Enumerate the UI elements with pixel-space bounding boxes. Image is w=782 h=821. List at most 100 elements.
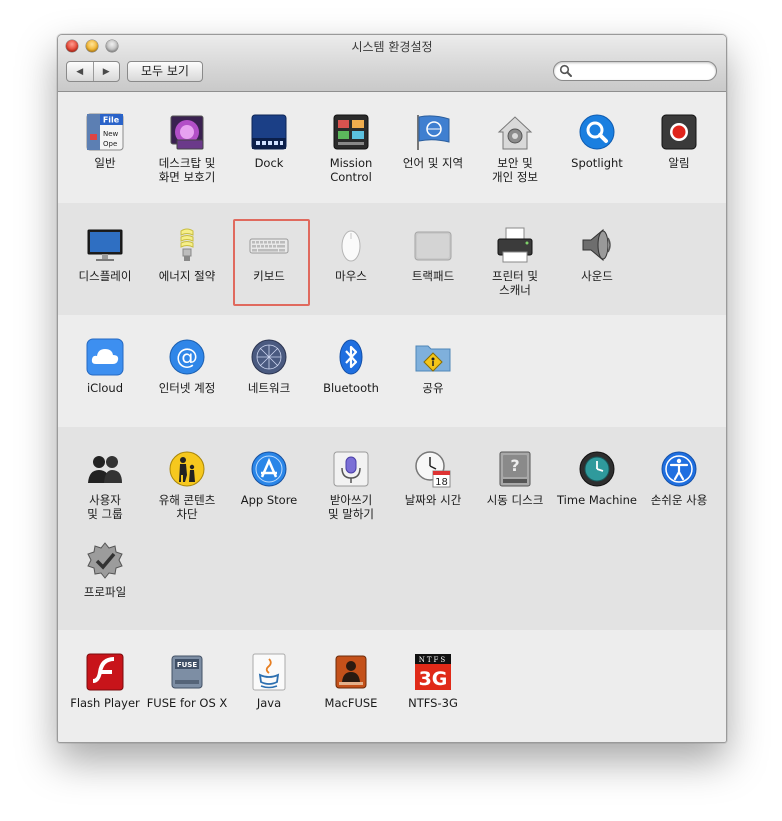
accessibility-icon [661, 451, 697, 487]
pref-startup-disk[interactable]: ? 시동 디스크 [474, 449, 556, 507]
pref-dictation-speech-label: 받아쓰기 및 말하기 [328, 493, 374, 521]
mouse-icon [341, 230, 361, 262]
calendar-day-number: 18 [435, 477, 448, 488]
pref-energy-saver-label: 에너지 절약 [158, 269, 216, 283]
app-store-icon [251, 451, 287, 487]
macfuse-icon [335, 655, 367, 689]
flash-player-icon [86, 653, 124, 691]
system-preferences-window: 시스템 환경설정 ◀ ▶ 모두 보기 File New Ope 일반 데스크탑 … [57, 34, 727, 743]
pref-general[interactable]: File New Ope 일반 [64, 112, 146, 170]
speaker-icon [582, 228, 611, 262]
fuse-badge-text: FUSE [177, 661, 198, 669]
search-field[interactable] [553, 61, 717, 81]
pref-accessibility[interactable]: 손쉬운 사용 [638, 449, 720, 507]
pref-dock[interactable]: Dock [228, 112, 310, 170]
pref-network[interactable]: 네트워크 [228, 337, 310, 395]
pref-energy-saver[interactable]: 에너지 절약 [146, 225, 228, 283]
pref-notifications-label: 알림 [668, 156, 690, 170]
section-hardware: 디스플레이 에너지 절약 키보드 마우스 트랙패드 프린터 및 스캐너 사운드 [58, 203, 726, 316]
pref-icloud-label: iCloud [86, 381, 124, 395]
search-input[interactable] [574, 63, 708, 78]
pref-app-store[interactable]: App Store [228, 449, 310, 507]
pref-time-machine[interactable]: Time Machine [556, 449, 638, 507]
pref-users-groups[interactable]: 사용자 및 그룹 [64, 449, 146, 521]
pref-dictation-speech[interactable]: 받아쓰기 및 말하기 [310, 449, 392, 521]
window-title: 시스템 환경설정 [351, 40, 433, 54]
startup-disk-icon: ? [499, 451, 531, 487]
pref-printers-scanners[interactable]: 프린터 및 스캐너 [474, 225, 556, 297]
pref-trackpad[interactable]: 트랙패드 [392, 225, 474, 283]
pref-mouse-label: 마우스 [335, 269, 367, 283]
pref-app-store-label: App Store [240, 493, 298, 507]
pref-ntfs-3g[interactable]: NTFS 3G NTFS-3G [392, 652, 474, 710]
light-bulb-icon [180, 228, 194, 261]
desktop-screensaver-icon [170, 115, 204, 150]
mission-control-icon [333, 114, 369, 150]
microphone-icon [333, 451, 369, 487]
show-all-button[interactable]: 모두 보기 [127, 61, 203, 82]
pref-mission-control[interactable]: Mission Control [310, 112, 392, 184]
pref-general-label: 일반 [94, 156, 116, 170]
bluetooth-icon [339, 339, 363, 375]
pref-language-region[interactable]: 언어 및 지역 [392, 112, 474, 170]
svg-text:@: @ [176, 345, 198, 370]
section-personal: File New Ope 일반 데스크탑 및 화면 보호기 Dock Missi… [58, 92, 726, 204]
pref-bluetooth[interactable]: Bluetooth [310, 337, 392, 395]
notifications-icon [661, 114, 697, 150]
pref-date-time-label: 날짜와 시간 [404, 493, 462, 507]
spotlight-icon [579, 114, 615, 150]
section-system: 사용자 및 그룹 유해 콘텐츠 차단 App Store 받아쓰기 및 말하기 … [58, 427, 726, 631]
forward-button[interactable]: ▶ [92, 62, 120, 81]
back-button[interactable]: ◀ [67, 62, 93, 81]
pref-sharing[interactable]: 공유 [392, 337, 474, 395]
pref-bluetooth-label: Bluetooth [323, 381, 379, 395]
pref-mouse[interactable]: 마우스 [310, 225, 392, 283]
java-icon [252, 653, 286, 691]
pref-ntfs-3g-label: NTFS-3G [408, 696, 458, 710]
pref-parental-controls[interactable]: 유해 콘텐츠 차단 [146, 449, 228, 521]
parental-controls-icon [169, 451, 205, 487]
pref-security-privacy[interactable]: 보안 및 개인 정보 [474, 112, 556, 184]
pref-java[interactable]: Java [228, 652, 310, 710]
general-icon-open-text: Ope [103, 140, 117, 148]
pref-java-label: Java [256, 696, 282, 710]
at-sign-icon: @ [169, 339, 205, 375]
pref-date-time[interactable]: 18 날짜와 시간 [392, 449, 474, 507]
profiles-badge-icon [87, 542, 123, 579]
pref-keyboard[interactable]: 키보드 [228, 225, 310, 283]
pref-macfuse[interactable]: MacFUSE [310, 652, 392, 710]
pref-printers-scanners-label: 프린터 및 스캐너 [492, 269, 538, 297]
general-icon: File New Ope [86, 113, 124, 151]
pref-internet-accounts[interactable]: @ 인터넷 계정 [146, 337, 228, 395]
house-lock-icon [497, 116, 533, 150]
pref-icloud[interactable]: iCloud [64, 337, 146, 395]
printer-icon [497, 227, 533, 263]
pref-notifications[interactable]: 알림 [638, 112, 720, 170]
navigation-buttons: ◀ ▶ [66, 61, 120, 82]
pref-displays[interactable]: 디스플레이 [64, 225, 146, 283]
pref-keyboard-label: 키보드 [253, 269, 285, 283]
pref-flash-player[interactable]: Flash Player [64, 652, 146, 710]
pref-spotlight[interactable]: Spotlight [556, 112, 638, 170]
ntfs-3g-badge-text: 3G [419, 668, 448, 690]
pref-sound-label: 사운드 [581, 269, 613, 283]
icloud-icon [86, 338, 124, 376]
pref-desktop-screensaver[interactable]: 데스크탑 및 화면 보호기 [146, 112, 228, 184]
section-other: Flash Player FUSE FUSE for OS X Java Mac… [58, 630, 726, 742]
network-globe-icon [251, 339, 287, 375]
pref-sharing-label: 공유 [422, 381, 444, 395]
keyboard-icon [249, 238, 289, 254]
pref-accessibility-label: 손쉬운 사용 [650, 493, 708, 507]
dock-icon [251, 114, 287, 150]
svg-text:?: ? [510, 456, 519, 475]
title-bar: 시스템 환경설정 ◀ ▶ 모두 보기 [58, 35, 726, 92]
pref-profiles[interactable]: 프로파일 [64, 541, 146, 599]
pref-trackpad-label: 트랙패드 [411, 269, 455, 283]
pref-fuse-for-osx[interactable]: FUSE FUSE for OS X [146, 652, 228, 710]
pref-sound[interactable]: 사운드 [556, 225, 638, 283]
pref-desktop-screensaver-label: 데스크탑 및 화면 보호기 [158, 156, 216, 184]
ntfs-3g-icon: NTFS 3G [415, 654, 451, 690]
sharing-folder-icon [415, 345, 451, 372]
ntfs-badge-text: NTFS [419, 656, 447, 664]
pref-displays-label: 디스플레이 [78, 269, 132, 283]
